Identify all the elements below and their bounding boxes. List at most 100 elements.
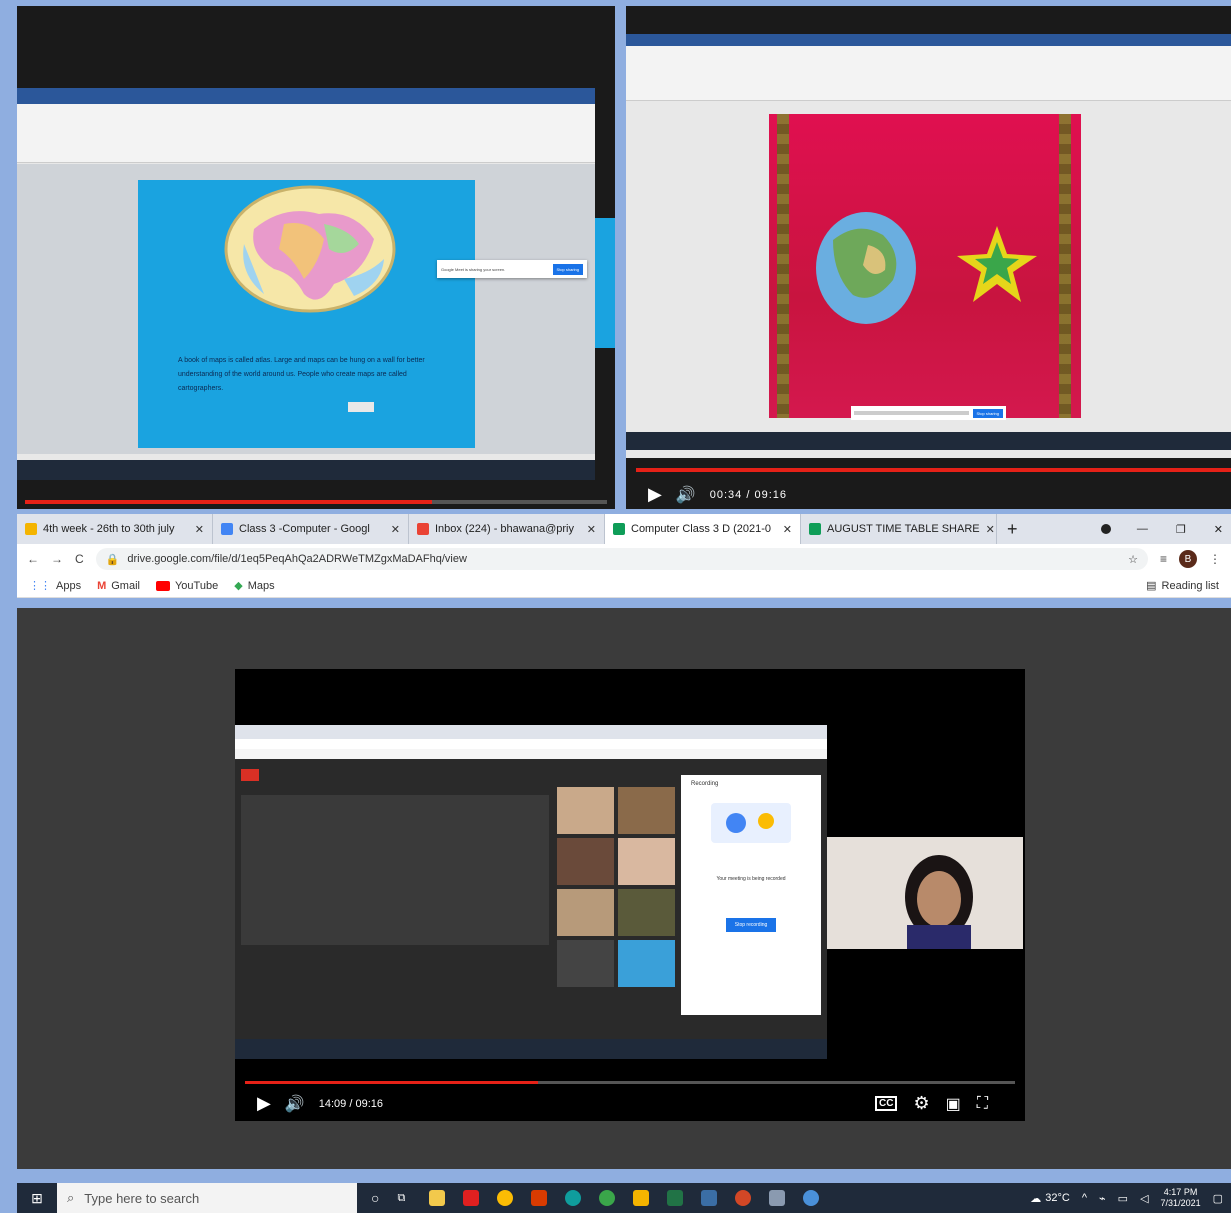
reading-mode-icon[interactable]: ≡ [1160,552,1167,566]
small-button-on-page [348,402,374,412]
close-tab-icon[interactable]: ✕ [986,523,995,536]
clock[interactable]: 4:17 PM 7/31/2021 [1161,1187,1201,1209]
classroom-icon [221,523,233,535]
notifications-icon[interactable]: ▢ [1213,1192,1223,1205]
url-bar[interactable]: 🔒 drive.google.com/file/d/1eq5PeqAhQa2AD… [95,548,1148,570]
chrome-icon[interactable] [497,1190,514,1206]
tab-bar: 4th week - 26th to 30th july ✕ Class 3 -… [17,514,1231,544]
weather-icon[interactable]: ☁ [1030,1192,1041,1205]
new-tab-button[interactable]: + [997,519,1028,540]
close-tab-icon[interactable]: ✕ [195,523,204,536]
word-window: A book of maps is called atlas. Large an… [17,88,595,480]
red-document-page [769,114,1081,418]
participant-tiles [557,787,675,987]
battery-icon[interactable]: ▭ [1118,1192,1128,1205]
main-video-right-controls: CC ⚙ ▣ ⛶ [875,1093,988,1114]
clock-date: 7/31/2021 [1160,1198,1201,1208]
participant-tile [557,838,614,885]
volume-icon[interactable]: 🔊 [285,1094,305,1114]
drive-icon [25,523,37,535]
bookmark-youtube[interactable]: YouTube [155,580,218,592]
captured-tab-bar [235,725,827,739]
bookmark-apps[interactable]: ⋮⋮ Apps [29,579,81,593]
back-icon[interactable]: ← [27,552,39,566]
stop-recording-button[interactable]: Stop recording [726,918,776,932]
weather-text: 32°C [1045,1192,1070,1204]
reading-list[interactable]: ▤ Reading list [1146,579,1219,593]
lock-icon: 🔒 [105,553,120,566]
close-window-icon[interactable]: ✕ [1214,523,1223,536]
drive-icon [613,523,625,535]
main-video-player[interactable]: Recording Your meeting is being recorded… [235,669,1025,1121]
reload-icon[interactable]: C [75,552,84,566]
close-tab-icon[interactable]: ✕ [391,523,400,536]
profile-avatar[interactable]: B [1179,550,1197,568]
bookmark-maps[interactable]: ◆ Maps [234,579,275,593]
scan-icon[interactable] [769,1190,786,1206]
bookmark-star-icon[interactable]: ☆ [1128,553,1138,566]
maps-icon: ◆ [234,580,243,592]
tab-3[interactable]: Computer Class 3 D (2021-0 ✕ [605,514,801,544]
settings-gear-icon[interactable]: ⚙ [913,1093,929,1114]
excel-icon[interactable] [667,1190,684,1206]
left-video-panel[interactable]: A book of maps is called atlas. Large an… [17,6,615,509]
captions-icon[interactable]: CC [875,1096,898,1111]
meet-icon[interactable] [701,1190,718,1206]
tab-label: Computer Class 3 D (2021-0 [631,523,772,535]
acrobat-icon[interactable] [463,1190,480,1206]
participant-tile [557,787,614,834]
forward-icon[interactable]: → [51,552,63,566]
record-icon[interactable] [1100,524,1111,534]
tab-0[interactable]: 4th week - 26th to 30th july ✕ [17,514,213,544]
tab-label: Class 3 -Computer - Googl [239,523,370,535]
fullscreen-icon[interactable]: ⛶ [977,1095,988,1113]
paint-icon[interactable] [599,1190,616,1206]
reading-list-icon: ▤ [1146,580,1157,592]
task-view-icon[interactable]: ⧉ [397,1192,405,1205]
right-video-time: 00:34 / 09:16 [709,488,787,501]
tab-4[interactable]: AUGUST TIME TABLE SHARE ✕ [801,514,997,544]
right-video-panel[interactable]: Stop sharing ▶ 🔊 00:34 / 09:16 [626,6,1231,509]
bookmark-label: Maps [247,579,275,592]
tab-1[interactable]: Class 3 -Computer - Googl ✕ [213,514,409,544]
minimize-icon[interactable]: — [1137,523,1148,535]
captured-taskbar [235,1039,827,1059]
office-icon[interactable] [531,1190,548,1206]
close-tab-icon[interactable]: ✕ [783,523,792,536]
settings-app-icon[interactable] [803,1190,820,1206]
youtube-icon [155,580,170,591]
participant-tile [557,889,614,936]
left-video-progress-track[interactable] [25,500,607,504]
powerpoint-icon[interactable] [735,1190,752,1206]
drive-viewer: Recording Your meeting is being recorded… [17,608,1231,1169]
inner-taskbar [17,460,595,480]
stop-sharing-button[interactable]: Stop sharing [552,263,583,275]
miniplayer-icon[interactable]: ▣ [946,1094,961,1114]
play-icon[interactable]: ▶ [648,484,662,505]
cortana-icon[interactable]: ○ [371,1190,379,1206]
volume-icon[interactable]: 🔊 [676,485,696,505]
bookmark-gmail[interactable]: M Gmail [97,580,140,592]
stop-sharing-button-2[interactable]: Stop sharing [972,408,1003,418]
participant-tile [618,940,675,987]
menu-icon[interactable]: ⋮ [1209,552,1221,566]
search-icon: ⌕ [67,1190,75,1205]
tray-chevron-icon[interactable]: ^ [1082,1192,1087,1204]
india-map-globe-image [224,185,396,313]
windows-start-icon[interactable]: ⊞ [17,1190,57,1207]
tab-2[interactable]: Inbox (224) - bhawana@priy ✕ [409,514,605,544]
sticky-notes-icon[interactable] [633,1190,650,1206]
edge-icon[interactable] [565,1190,582,1206]
close-tab-icon[interactable]: ✕ [587,523,596,536]
file-explorer-icon[interactable] [429,1190,446,1206]
taskbar-search-box[interactable]: ⌕ Type here to search [57,1183,357,1213]
right-video-progress-track[interactable] [636,468,1231,472]
play-icon[interactable]: ▶ [257,1093,271,1114]
maximize-icon[interactable]: ❐ [1176,523,1186,536]
main-video-progress-track[interactable] [245,1081,1015,1084]
volume-tray-icon[interactable]: ◁ [1140,1192,1148,1205]
recording-illustration [711,803,791,843]
screen-sharing-dialog: Google Meet is sharing your screen. Stop… [437,260,587,278]
network-icon[interactable]: ⌁ [1099,1192,1106,1205]
participant-tile [618,787,675,834]
